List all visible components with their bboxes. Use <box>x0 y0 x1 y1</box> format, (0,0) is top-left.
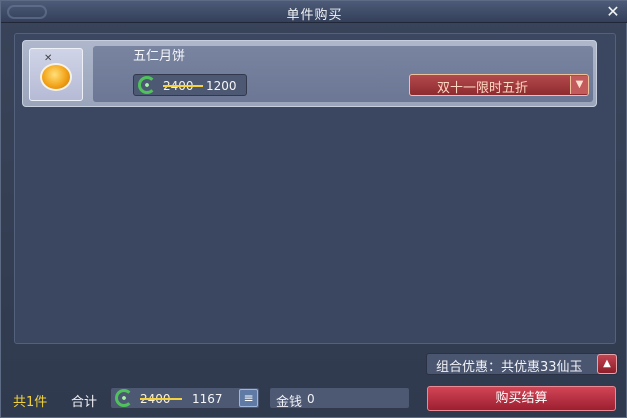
strikethrough-line <box>140 398 182 400</box>
jade-currency-icon <box>115 389 133 407</box>
chevron-down-icon[interactable]: ▼ <box>570 76 588 94</box>
window-title: 单件购买 <box>286 8 343 23</box>
money-value: 0 <box>307 392 315 406</box>
titlebar: 单件购买 ✕ <box>1 1 627 23</box>
combo-toggle-button[interactable]: ▲ <box>597 354 617 374</box>
purchase-window: 单件购买 ✕ ✕ 五仁月饼 2400 1200 双十一限时五折 ▼ 组合优惠：共… <box>0 0 627 418</box>
ribbon-icon: ✕ <box>44 53 53 64</box>
item-name: 五仁月饼 <box>133 49 186 64</box>
menu-icon[interactable]: ≡ <box>239 389 258 407</box>
total-price: 1167 <box>192 392 223 406</box>
close-button[interactable]: ✕ <box>604 3 622 21</box>
strikethrough-line <box>163 85 203 87</box>
total-label: 合计 <box>71 395 98 410</box>
money-label: 金钱 <box>276 395 303 410</box>
sale-price: 1200 <box>206 79 237 93</box>
promo-label: 双十一限时五折 <box>437 81 529 96</box>
combo-discount-label: 组合优惠：共优惠33仙玉 <box>436 360 583 375</box>
item-count: 共1件 <box>13 395 48 410</box>
jade-currency-icon <box>138 76 156 94</box>
mooncake-icon <box>40 63 72 91</box>
checkout-button[interactable]: 购买结算 <box>427 386 616 411</box>
